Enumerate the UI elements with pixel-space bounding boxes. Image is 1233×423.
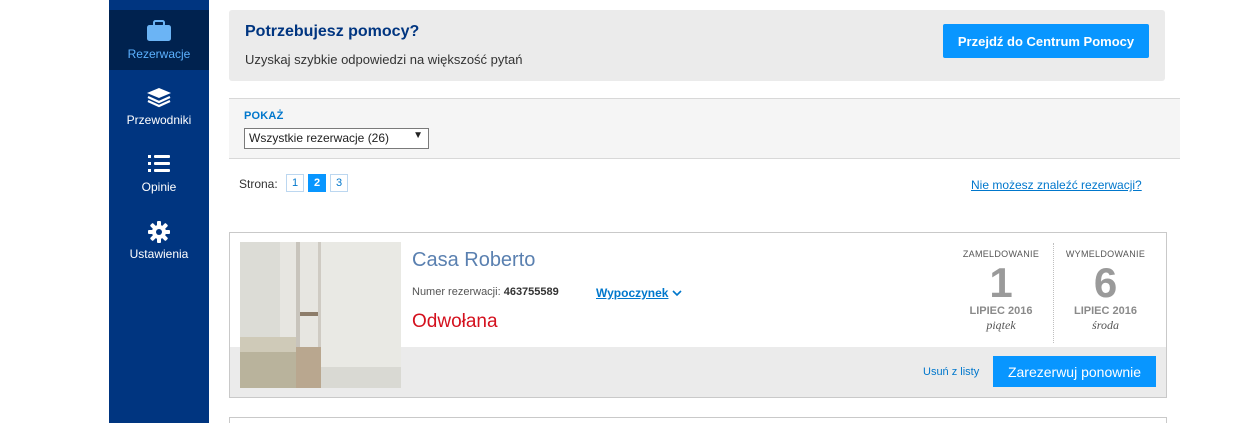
help-title: Potrzebujesz pomocy? bbox=[245, 23, 420, 40]
sidebar-item-label: Ustawienia bbox=[129, 247, 189, 261]
checkin-date: ZAMELDOWANIE 1 LIPIEC 2016 piątek bbox=[949, 243, 1053, 343]
dropdown-arrow-icon: ▼ bbox=[413, 130, 423, 141]
hotel-photo[interactable] bbox=[240, 242, 401, 388]
help-subtitle: Uzyskaj szybkie odpowiedzi na większość … bbox=[245, 52, 523, 67]
gear-icon bbox=[109, 220, 209, 244]
checkout-month: LIPIEC 2016 bbox=[1074, 305, 1137, 317]
page-link-3[interactable]: 3 bbox=[330, 174, 348, 192]
booking-number-label: Numer rezerwacji: bbox=[412, 286, 501, 298]
checkout-label: WYMELDOWANIE bbox=[1065, 249, 1146, 259]
remove-from-list-link[interactable]: Usuń z listy bbox=[923, 366, 979, 378]
filter-label: POKAŻ bbox=[244, 110, 284, 122]
filter-selected-value: Wszystkie rezerwacje (26) bbox=[249, 131, 390, 145]
trip-type-label: Wypoczynek bbox=[596, 286, 669, 300]
booking-number: 463755589 bbox=[503, 286, 559, 298]
trip-type-dropdown[interactable]: Wypoczynek bbox=[596, 286, 683, 300]
help-banner: Potrzebujesz pomocy? Uzyskaj szybkie odp… bbox=[229, 10, 1165, 81]
sidebar-item-label: Opinie bbox=[141, 180, 177, 194]
booking-number-row: Numer rezerwacji: 463755589 bbox=[412, 286, 559, 298]
sidebar-item-ustawienia[interactable]: Ustawienia bbox=[109, 220, 209, 280]
sidebar-item-label: Przewodniki bbox=[126, 113, 192, 127]
pagination-label: Strona: bbox=[239, 177, 278, 191]
filter-bar: POKAŻ Wszystkie rezerwacje (26) ▼ bbox=[229, 98, 1180, 159]
rebook-button[interactable]: Zarezerwuj ponownie bbox=[993, 356, 1156, 387]
next-booking-card bbox=[229, 417, 1167, 423]
suitcase-icon bbox=[109, 20, 209, 44]
chevron-down-icon bbox=[672, 286, 683, 300]
sidebar-item-przewodniki[interactable]: Przewodniki bbox=[109, 86, 209, 146]
booking-card: Casa Roberto Numer rezerwacji: 463755589… bbox=[229, 232, 1167, 398]
bookings-page: Rezerwacje Przewodniki Opinie Ustawienia… bbox=[0, 0, 1233, 423]
page-link-1[interactable]: 1 bbox=[286, 174, 304, 192]
help-center-button[interactable]: Przejdź do Centrum Pomocy bbox=[943, 24, 1149, 58]
guides-stack-icon bbox=[109, 86, 209, 110]
cant-find-booking-link[interactable]: Nie możesz znaleźć rezerwacji? bbox=[971, 178, 1142, 192]
sidebar-item-rezerwacje[interactable]: Rezerwacje bbox=[109, 10, 209, 70]
stay-dates: ZAMELDOWANIE 1 LIPIEC 2016 piątek WYMELD… bbox=[949, 243, 1159, 345]
sidebar-item-opinie[interactable]: Opinie bbox=[109, 153, 209, 213]
checkin-label: ZAMELDOWANIE bbox=[962, 249, 1040, 259]
booking-status: Odwołana bbox=[412, 311, 498, 332]
bookings-filter-select[interactable]: Wszystkie rezerwacje (26) ▼ bbox=[244, 128, 429, 149]
page-link-2-current[interactable]: 2 bbox=[308, 174, 326, 192]
checkout-day: 6 bbox=[1093, 259, 1118, 306]
sidebar-nav: Rezerwacje Przewodniki Opinie Ustawienia bbox=[109, 0, 209, 423]
reviews-list-icon bbox=[109, 153, 209, 177]
checkin-day: 1 bbox=[989, 259, 1013, 306]
sidebar-item-label: Rezerwacje bbox=[127, 47, 191, 61]
hotel-name-link[interactable]: Casa Roberto bbox=[412, 249, 535, 272]
checkout-weekday: środa bbox=[1092, 318, 1119, 332]
checkin-weekday: piątek bbox=[986, 318, 1016, 332]
checkout-date: WYMELDOWANIE 6 LIPIEC 2016 środa bbox=[1053, 243, 1157, 343]
checkin-month: LIPIEC 2016 bbox=[969, 305, 1033, 317]
